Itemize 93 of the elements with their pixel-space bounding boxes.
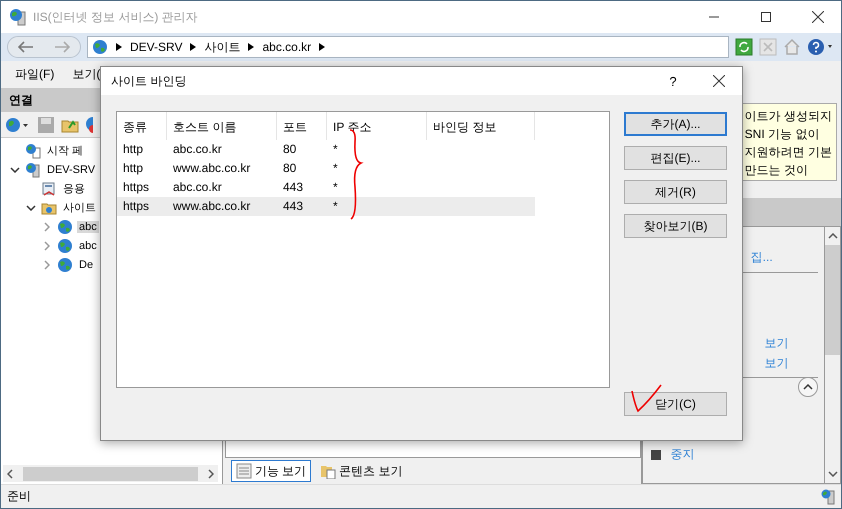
scroll-down-icon[interactable]	[828, 471, 838, 477]
tree-item[interactable]: abc	[77, 220, 99, 232]
bindings-list[interactable]: 종류 호스트 이름 포트 IP 주소 바인딩 정보 http abc.co.kr 80 * http www.abc.co.kr 80 * https abc.co.kr 443 * https www.abc.co.kr 443 *	[116, 111, 610, 388]
column-header[interactable]: 종류	[123, 120, 147, 134]
column-header[interactable]: IP 주소	[333, 120, 372, 134]
action-link[interactable]: 집...	[750, 250, 773, 264]
tree-item[interactable]: De	[77, 258, 96, 270]
action-link[interactable]: 보기	[764, 356, 789, 370]
table-cell: http	[123, 142, 144, 156]
folder-document-icon	[320, 463, 336, 479]
dialog-button[interactable]: 편집(E)...	[624, 146, 727, 170]
maximize-icon	[761, 12, 771, 22]
dialog-title: 사이트 바인딩	[111, 72, 188, 90]
breadcrumb-arrow-icon[interactable]	[248, 43, 254, 51]
help-button[interactable]: ?	[650, 67, 696, 95]
dialog-button[interactable]: 제거(R)	[624, 180, 727, 204]
table-cell: 80	[283, 161, 296, 175]
table-cell: *	[333, 161, 338, 175]
refresh-icon[interactable]	[735, 38, 753, 56]
disconnect-icon[interactable]	[85, 116, 93, 134]
globe-icon	[92, 39, 108, 55]
table-cell: 80	[283, 142, 296, 156]
binding-row[interactable]: http abc.co.kr 80 *	[117, 140, 535, 159]
close-icon	[812, 11, 824, 23]
vertical-scrollbar[interactable]	[824, 226, 841, 484]
view-tab[interactable]: 기능 보기	[230, 460, 312, 482]
table-cell: *	[333, 142, 338, 156]
collapsed-chevron-icon[interactable]	[44, 260, 50, 270]
collapsed-chevron-icon[interactable]	[44, 222, 50, 232]
column-header[interactable]: 포트	[283, 120, 307, 134]
globe-icon	[57, 238, 73, 254]
tree-item[interactable]: 응용	[61, 181, 87, 196]
scroll-right-icon[interactable]	[208, 468, 214, 478]
table-cell: www.abc.co.kr	[173, 161, 250, 175]
app-pool-icon	[41, 180, 57, 196]
back-icon[interactable]	[18, 41, 34, 53]
table-cell: https	[123, 199, 150, 213]
binding-row[interactable]: http www.abc.co.kr 80 *	[117, 159, 535, 178]
window-title: IIS(인터넷 정보 서비스) 관리자	[33, 8, 199, 26]
globe-icon	[57, 218, 73, 234]
tree-item[interactable]: 사이트	[61, 200, 98, 215]
server-globe-icon	[821, 488, 835, 504]
breadcrumb-arrow-icon[interactable]	[116, 43, 122, 51]
action-link[interactable]: 보기	[764, 336, 789, 350]
menu-item[interactable]: 보기(	[72, 66, 100, 83]
list-view-icon	[236, 463, 252, 479]
dialog-button[interactable]: 추가(A)...	[624, 112, 727, 136]
column-header[interactable]: 호스트 이름	[173, 120, 236, 134]
table-cell: www.abc.co.kr	[173, 199, 250, 213]
expanded-chevron-icon[interactable]	[10, 166, 20, 172]
column-header[interactable]: 바인딩 정보	[433, 120, 496, 134]
horizontal-scrollbar[interactable]	[3, 465, 218, 482]
table-cell: *	[333, 199, 338, 213]
table-cell: abc.co.kr	[173, 180, 222, 194]
globe-icon	[57, 256, 73, 272]
table-cell: https	[123, 180, 150, 194]
view-tab[interactable]: 콘텐츠 보기	[315, 460, 408, 482]
breadcrumb-item[interactable]: abc.co.kr	[262, 40, 312, 54]
scroll-up-icon[interactable]	[828, 233, 838, 239]
tree-item[interactable]: 시작 페	[45, 143, 86, 158]
close-icon	[713, 75, 725, 87]
tree-item[interactable]: abc	[77, 240, 99, 252]
help-icon[interactable]	[807, 38, 835, 56]
table-cell: abc.co.kr	[173, 142, 222, 156]
breadcrumb-item[interactable]: DEV-SRV	[130, 40, 182, 54]
scroll-left-icon[interactable]	[7, 468, 13, 478]
stop-icon	[650, 450, 661, 460]
dialog-button[interactable]: 찾아보기(B)	[624, 214, 727, 238]
minimize-icon	[709, 16, 719, 18]
app-icon	[9, 8, 27, 26]
tree-item[interactable]: DEV-SRV	[45, 164, 98, 176]
table-cell: *	[333, 180, 338, 194]
status-text: 준비	[7, 488, 31, 505]
breadcrumb-arrow-icon[interactable]	[190, 43, 196, 51]
menu-item[interactable]: 파일(F)	[15, 66, 54, 83]
breadcrumb-arrow-icon[interactable]	[319, 43, 326, 51]
binding-row[interactable]: https abc.co.kr 443 *	[117, 178, 535, 197]
breadcrumb-item[interactable]: 사이트	[204, 38, 240, 56]
start-page-icon	[25, 142, 41, 158]
table-cell: 443	[283, 180, 304, 194]
address-field[interactable]: DEV-SRV 사이트 abc.co.kr	[87, 36, 729, 58]
collapse-button[interactable]	[798, 377, 818, 397]
action-link[interactable]: 중지	[670, 446, 695, 463]
collapsed-chevron-icon[interactable]	[44, 240, 50, 250]
table-cell: 443	[283, 199, 304, 213]
binding-row[interactable]: https www.abc.co.kr 443 *	[117, 197, 535, 216]
navigation-buttons[interactable]	[7, 36, 81, 58]
server-globe-icon	[25, 162, 41, 178]
expanded-chevron-icon[interactable]	[26, 204, 36, 210]
table-cell: http	[123, 161, 144, 175]
close-dialog-button[interactable]: 닫기(C)	[624, 392, 727, 416]
globe-dropdown-icon[interactable]	[5, 116, 31, 134]
collapse-icon	[803, 384, 813, 390]
